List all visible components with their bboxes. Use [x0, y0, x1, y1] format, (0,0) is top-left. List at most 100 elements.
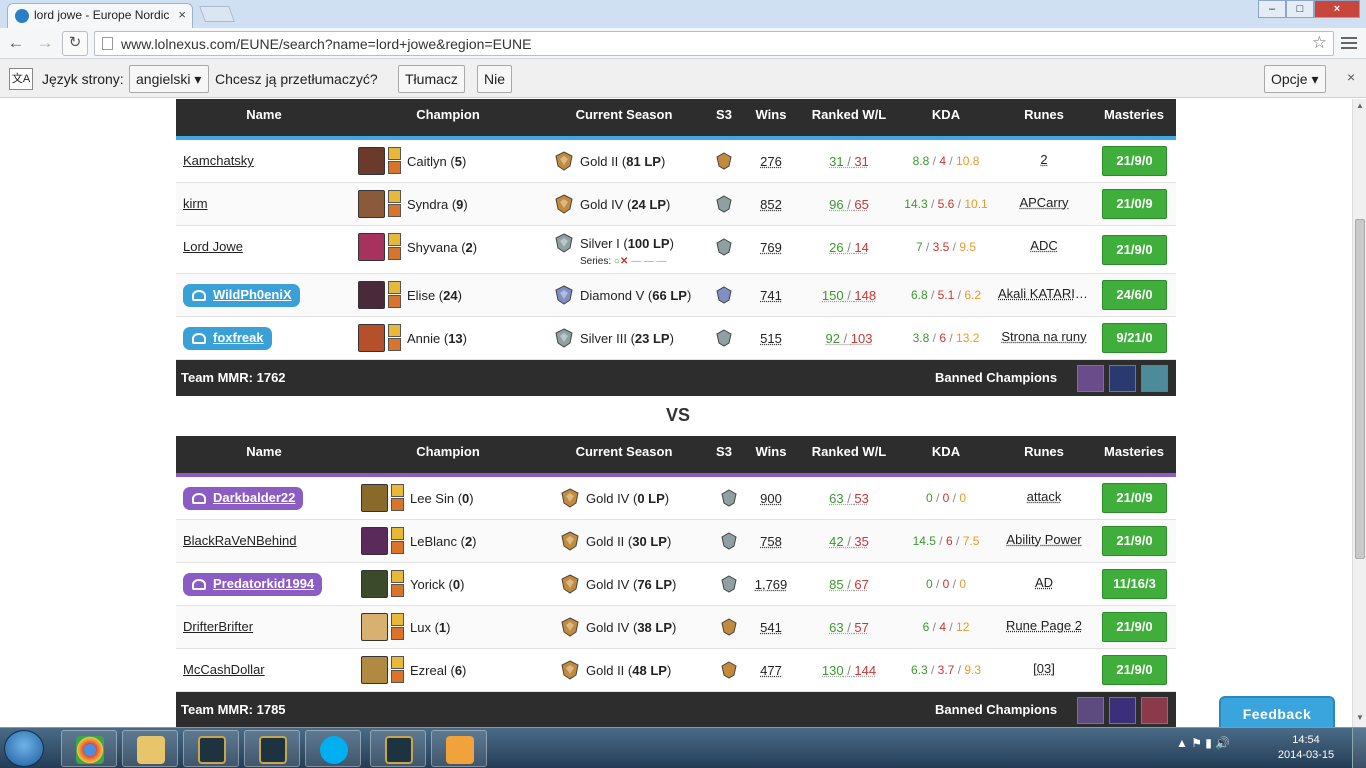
rune-page[interactable]: ADC — [1030, 238, 1057, 253]
table-row: WildPh0eniX Elise (24) Diamond V (66 LP) 74… — [176, 274, 1176, 317]
masteries-button[interactable]: 21/0/9 — [1102, 189, 1167, 219]
s3-tier-icon — [718, 487, 740, 509]
table-row: Kamchatsky Caitlyn (5) Gold II (81 LP) 276 3… — [176, 140, 1176, 183]
masteries-button[interactable]: 21/9/0 — [1102, 612, 1167, 642]
close-window-button[interactable]: × — [1314, 0, 1360, 18]
masteries-button[interactable]: 24/6/0 — [1102, 280, 1167, 310]
player-name-link[interactable]: DrifterBrifter — [183, 619, 253, 634]
language-select[interactable]: angielski ▾ — [129, 65, 209, 93]
column-header: Masteries — [1104, 107, 1164, 122]
column-header: Runes — [1024, 444, 1064, 459]
page-scrollbar[interactable]: ▲ ▼ — [1352, 99, 1366, 727]
options-button[interactable]: Opcje ▾ — [1264, 65, 1326, 93]
browser-tab[interactable]: lord jowe - Europe Nordic × — [7, 3, 193, 28]
forward-arrow-icon[interactable]: → — [34, 32, 56, 54]
player-name-link[interactable]: WildPh0eniX — [183, 284, 300, 307]
column-header: Name — [246, 444, 282, 459]
show-desktop-button[interactable] — [1352, 728, 1366, 768]
summoner-spell-icon — [391, 498, 404, 511]
champion-icon — [358, 324, 385, 352]
chrome-menu-icon[interactable] — [1340, 34, 1358, 52]
taskbar-lol-3[interactable] — [370, 730, 426, 767]
translate-question: Chcesz ją przetłumaczyć? — [215, 71, 378, 87]
champion-name: Ezreal (6) — [410, 663, 467, 678]
scroll-up-icon[interactable]: ▲ — [1356, 101, 1364, 110]
summoner-spell-icon — [388, 204, 401, 217]
rune-page[interactable]: 2 — [1040, 152, 1047, 167]
player-name-link[interactable]: McCashDollar — [183, 662, 265, 677]
tab-close-icon[interactable]: × — [178, 7, 186, 22]
wins-count: 758 — [760, 534, 782, 549]
rune-page[interactable]: attack — [1027, 489, 1062, 504]
player-name-link[interactable]: foxfreak — [183, 327, 272, 350]
masteries-button[interactable]: 21/9/0 — [1102, 526, 1167, 556]
player-name-link[interactable]: Kamchatsky — [183, 153, 254, 168]
player-name-link[interactable]: Predatorkid1994 — [183, 573, 323, 596]
champion-name: Shyvana (2) — [407, 240, 478, 255]
clock[interactable]: 14:54 2014-03-15 — [1276, 733, 1336, 763]
current-season-rank: Gold II (48 LP) — [586, 663, 672, 678]
taskbar-chrome[interactable] — [61, 730, 117, 767]
new-tab-button[interactable] — [199, 6, 235, 22]
rune-page[interactable]: [03] — [1033, 661, 1055, 676]
masteries-button[interactable]: 9/21/0 — [1102, 323, 1167, 353]
champion-icon — [361, 484, 388, 512]
kda: 0 / 0 / 0 — [925, 577, 967, 591]
player-name-link[interactable]: kirm — [183, 196, 208, 211]
rune-page[interactable]: AD — [1035, 575, 1053, 590]
taskbar-skype[interactable] — [305, 730, 361, 767]
user-icon — [192, 493, 206, 504]
translate-icon: 文A — [9, 68, 33, 90]
masteries-button[interactable]: 21/9/0 — [1102, 146, 1167, 176]
bookmark-star-icon[interactable]: ☆ — [1312, 33, 1327, 53]
scroll-down-icon[interactable]: ▼ — [1356, 713, 1364, 722]
rune-page[interactable]: Akali KATARINA — [998, 286, 1090, 301]
reload-icon[interactable]: ↻ — [62, 31, 88, 56]
translate-button[interactable]: Tłumacz — [398, 65, 465, 93]
player-name-link[interactable]: Darkbalder22 — [183, 487, 304, 510]
rune-page[interactable]: Rune Page 2 — [1006, 618, 1082, 633]
masteries-button[interactable]: 21/0/9 — [1102, 483, 1167, 513]
ranked-wl: 26 / 14 — [829, 240, 869, 255]
s3-tier-icon — [713, 236, 735, 258]
address-bar[interactable]: www.lolnexus.com/EUNE/search?name=lord+j… — [94, 31, 1334, 56]
rune-page[interactable]: Ability Power — [1006, 532, 1081, 547]
column-header: Runes — [1024, 107, 1064, 122]
taskbar-lol-1[interactable] — [183, 730, 239, 767]
champion-name: Annie (13) — [407, 331, 468, 346]
back-arrow-icon[interactable]: ← — [5, 32, 27, 54]
table-row: McCashDollar Ezreal (6) Gold II (48 LP) 477… — [176, 649, 1176, 692]
column-header: Current Season — [575, 107, 673, 122]
scroll-thumb[interactable] — [1355, 219, 1365, 559]
taskbar-app[interactable] — [431, 730, 487, 767]
start-button[interactable] — [4, 730, 44, 767]
current-season-rank: Gold IV (76 LP) — [586, 577, 677, 592]
no-translate-button[interactable]: Nie — [477, 65, 513, 93]
feedback-button[interactable]: Feedback — [1219, 696, 1335, 728]
page-icon — [102, 37, 113, 50]
banned-champions-label: Banned Champions — [935, 370, 1058, 385]
translate-bar: 文A Język strony: angielski ▾ Chcesz ją p… — [0, 59, 1366, 98]
player-name-link[interactable]: Lord Jowe — [183, 239, 243, 254]
maximize-button[interactable]: □ — [1286, 0, 1314, 18]
rune-page[interactable]: APCarry — [1019, 195, 1068, 210]
taskbar-explorer[interactable] — [122, 730, 178, 767]
column-header: Ranked W/L — [811, 444, 887, 459]
masteries-button[interactable]: 21/9/0 — [1102, 655, 1167, 685]
minimize-button[interactable]: – — [1258, 0, 1286, 18]
champion-name: Lee Sin (0) — [410, 491, 474, 506]
rune-page[interactable]: Strona na runy — [1001, 329, 1086, 344]
masteries-button[interactable]: 11/16/3 — [1102, 569, 1167, 599]
masteries-button[interactable]: 21/9/0 — [1102, 235, 1167, 265]
tier-badge-icon — [559, 487, 581, 509]
translate-close-icon[interactable]: × — [1347, 69, 1355, 85]
champion-icon — [361, 613, 388, 641]
tier-badge-icon — [553, 232, 575, 254]
system-tray-icons[interactable]: ▲ ⚑ ▮ 🔊 — [1176, 736, 1230, 750]
summoner-spell-icon — [391, 656, 404, 669]
taskbar-lol-2[interactable] — [244, 730, 300, 767]
kda: 0 / 0 / 0 — [925, 491, 967, 505]
player-rows: Darkbalder22 Lee Sin (0) Gold IV (0 LP) 900… — [176, 477, 1176, 692]
column-header: Ranked W/L — [811, 107, 887, 122]
player-name-link[interactable]: BlackRaVeNBehind — [183, 533, 296, 548]
